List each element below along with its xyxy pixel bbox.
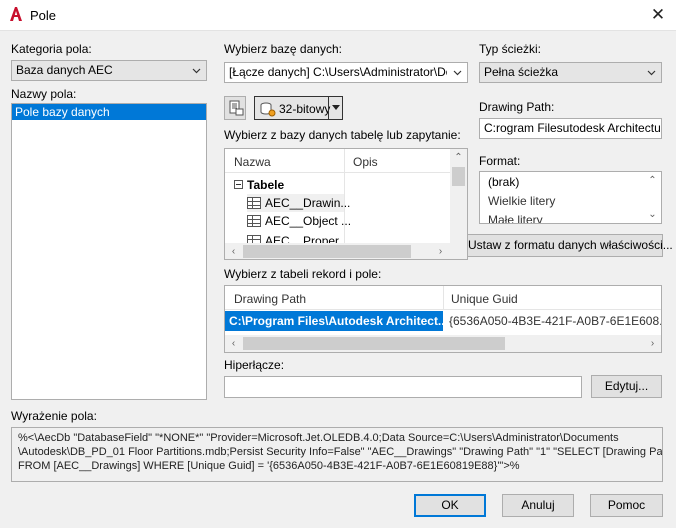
- bitness-split-button[interactable]: 32-bitowy: [254, 96, 343, 120]
- data-link-icon: [229, 100, 244, 116]
- scroll-thumb[interactable]: [243, 245, 411, 258]
- edit-hyperlink-button[interactable]: Edytuj...: [591, 375, 662, 398]
- title-bar: [0, 0, 676, 31]
- chevron-down-icon: [192, 68, 201, 74]
- list-item[interactable]: Pole bazy danych: [12, 104, 206, 120]
- ok-button[interactable]: OK: [414, 494, 486, 517]
- path-type-label: Typ ścieżki:: [479, 42, 542, 56]
- column-divider: [443, 286, 444, 310]
- format-label: Format:: [479, 154, 521, 168]
- path-type-value: Pełna ścieżka: [484, 65, 559, 79]
- table-icon: [247, 215, 261, 227]
- scroll-up-icon[interactable]: ⌃: [644, 172, 661, 189]
- set-from-property-format-button[interactable]: Ustaw z formatu danych właściwości...: [467, 234, 673, 257]
- bitness-label: 32-bitowy: [279, 102, 331, 116]
- expression-line: %<\AecDb "DatabaseField" "*NONE*" "Provi…: [18, 432, 619, 444]
- category-label: Kategoria pola:: [11, 42, 92, 56]
- window-title: Pole: [30, 8, 57, 23]
- category-select[interactable]: Baza danych AEC: [11, 60, 207, 81]
- table-icon: [247, 197, 261, 209]
- scroll-right-icon[interactable]: ›: [432, 243, 449, 259]
- chevron-down-icon: [453, 70, 462, 76]
- close-icon[interactable]: ✕: [646, 4, 670, 26]
- scroll-right-icon[interactable]: ›: [644, 335, 661, 352]
- records-label: Wybierz z tabeli rekord i pole:: [224, 267, 382, 281]
- database-value: [Łącze danych] C:\Users\Administrator\Do…: [229, 65, 447, 79]
- field-names-list[interactable]: Pole bazy danych: [11, 103, 207, 400]
- column-header-drawing-path[interactable]: Drawing Path: [234, 292, 306, 306]
- vertical-scrollbar[interactable]: ⌃ ⌄: [644, 172, 661, 223]
- hyperlink-label: Hiperłącze:: [224, 358, 285, 372]
- scroll-up-icon[interactable]: ⌃: [450, 149, 467, 166]
- horizontal-scrollbar[interactable]: ‹ ›: [225, 243, 467, 259]
- expression-line: FROM [AEC__Drawings] WHERE [Unique Guid]…: [18, 460, 520, 472]
- vertical-scrollbar[interactable]: ⌃: [450, 149, 467, 243]
- table-row[interactable]: C:\Program Files\Autodesk Architect... {…: [225, 311, 661, 331]
- table-name: AEC__Drawin...: [265, 196, 351, 210]
- records-grid[interactable]: Drawing Path Unique Guid C:\Program File…: [224, 285, 662, 353]
- format-list[interactable]: (brak) Wielkie litery Małe litery ⌃ ⌄: [479, 171, 662, 224]
- cell-unique-guid[interactable]: {6536A050-4B3E-421F-A0B7-6E1E608...: [449, 314, 661, 328]
- table-row[interactable]: AEC__Drawin...: [247, 194, 350, 212]
- tree-body: Tabele AEC__Drawin... AEC__Object ... AE…: [225, 173, 450, 248]
- scroll-thumb[interactable]: [452, 167, 465, 186]
- data-link-manager-button[interactable]: [224, 96, 246, 120]
- table-row[interactable]: AEC__Object ...: [247, 214, 351, 228]
- column-header-desc[interactable]: Opis: [353, 155, 378, 169]
- scroll-left-icon[interactable]: ‹: [225, 243, 242, 259]
- column-header-name[interactable]: Nazwa: [234, 155, 271, 169]
- cell-drawing-path[interactable]: C:\Program Files\Autodesk Architect...: [225, 311, 443, 331]
- drawing-path-label: Drawing Path:: [479, 100, 555, 114]
- column-header-unique-guid[interactable]: Unique Guid: [451, 292, 518, 306]
- database-icon: [260, 102, 276, 117]
- table-picker-label: Wybierz z bazy danych tabelę lub zapytan…: [224, 128, 461, 142]
- hyperlink-field[interactable]: [224, 376, 582, 398]
- expression-line: \Autodesk\DB_PD_01 Floor Partitions.mdb;…: [18, 446, 663, 458]
- table-tree[interactable]: Nazwa Opis Tabele AEC__Drawin... AEC__Ob…: [224, 148, 468, 260]
- help-button[interactable]: Pomoc: [590, 494, 663, 517]
- chevron-down-icon: [647, 70, 656, 76]
- list-item[interactable]: (brak): [488, 175, 519, 189]
- field-names-label: Nazwy pola:: [11, 87, 77, 101]
- column-divider: [344, 149, 345, 173]
- scroll-down-icon[interactable]: ⌄: [644, 206, 661, 223]
- dropdown-arrow-icon[interactable]: [332, 105, 340, 111]
- expression-field[interactable]: %<\AecDb "DatabaseField" "*NONE*" "Provi…: [11, 427, 663, 482]
- records-header: Drawing Path Unique Guid: [225, 286, 661, 310]
- path-type-select[interactable]: Pełna ścieżka: [479, 62, 662, 83]
- horizontal-scrollbar[interactable]: ‹ ›: [225, 335, 661, 352]
- scroll-left-icon[interactable]: ‹: [225, 335, 242, 352]
- tree-group-tables[interactable]: Tabele: [234, 178, 284, 192]
- category-value: Baza danych AEC: [16, 63, 113, 77]
- collapse-icon[interactable]: [234, 180, 243, 189]
- list-item[interactable]: Małe litery: [488, 213, 543, 223]
- table-name: AEC__Object ...: [265, 214, 352, 228]
- cancel-button[interactable]: Anuluj: [502, 494, 574, 517]
- drawing-path-field[interactable]: C:rogram Filesutodesk Architectural: [479, 118, 662, 139]
- table-tree-header: Nazwa Opis: [225, 149, 450, 173]
- split-divider: [328, 97, 329, 119]
- database-select[interactable]: [Łącze danych] C:\Users\Administrator\Do…: [224, 62, 468, 83]
- list-item[interactable]: Wielkie litery: [488, 194, 555, 208]
- tree-group-label: Tabele: [247, 178, 285, 192]
- scroll-thumb[interactable]: [243, 337, 505, 350]
- database-label: Wybierz bazę danych:: [224, 42, 342, 56]
- expression-label: Wyrażenie pola:: [11, 409, 97, 423]
- autocad-logo-icon: [10, 7, 22, 21]
